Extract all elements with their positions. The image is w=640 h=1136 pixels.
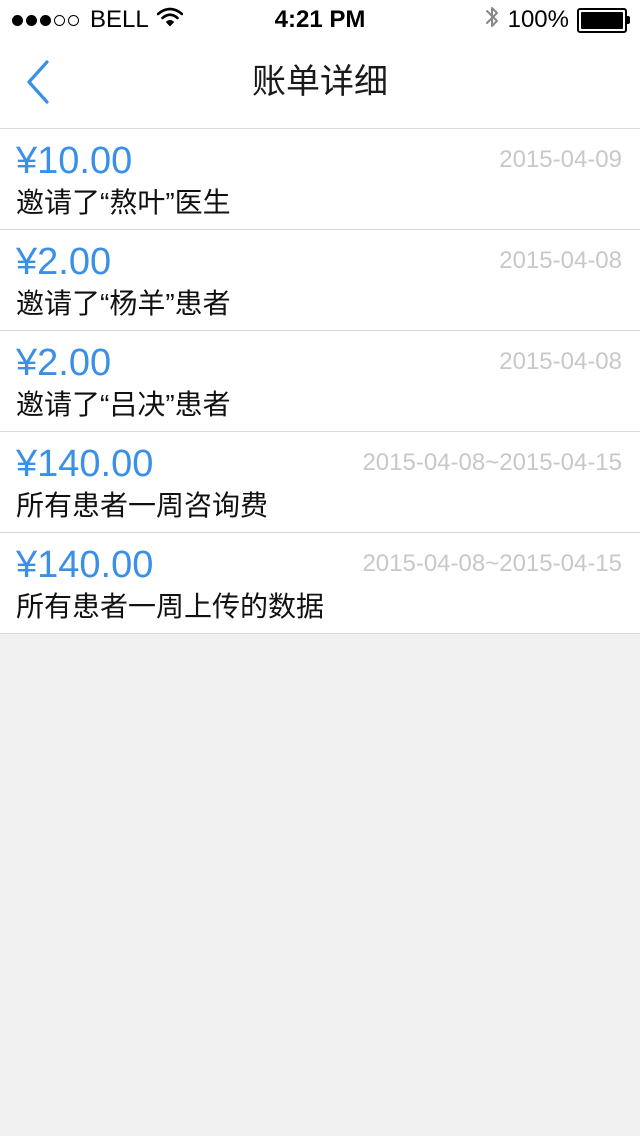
- back-button[interactable]: [8, 52, 68, 116]
- list-item[interactable]: ¥2.00 2015-04-08 邀请了“杨羊”患者: [0, 230, 640, 331]
- list-item[interactable]: ¥2.00 2015-04-08 邀请了“吕决”患者: [0, 331, 640, 432]
- page-title: 账单详细: [252, 63, 388, 101]
- bill-date: 2015-04-09: [499, 146, 622, 173]
- bill-date: 2015-04-08~2015-04-15: [362, 449, 622, 476]
- signal-dots-icon: [12, 14, 82, 26]
- status-bar: BELL 4:21 PM 100%: [0, 0, 640, 40]
- header: BELL 4:21 PM 100% 账单详细: [0, 0, 640, 129]
- navigation-bar: 账单详细: [0, 40, 640, 129]
- status-right: 100%: [484, 0, 630, 40]
- chevron-left-icon: [23, 59, 53, 110]
- bill-description: 邀请了“杨羊”患者: [16, 288, 231, 319]
- bill-list: ¥10.00 2015-04-09 邀请了“熬叶”医生 ¥2.00 2015-0…: [0, 129, 640, 634]
- bill-date: 2015-04-08~2015-04-15: [362, 550, 622, 577]
- list-item[interactable]: ¥140.00 2015-04-08~2015-04-15 所有患者一周咨询费: [0, 432, 640, 533]
- bill-description: 邀请了“熬叶”医生: [16, 187, 231, 218]
- bill-description: 所有患者一周咨询费: [16, 490, 269, 521]
- list-item[interactable]: ¥140.00 2015-04-08~2015-04-15 所有患者一周上传的数…: [0, 533, 640, 634]
- bill-date: 2015-04-08: [499, 348, 622, 375]
- battery-icon: [577, 7, 630, 33]
- bluetooth-icon: [484, 4, 500, 37]
- bill-amount: ¥10.00: [16, 140, 133, 182]
- list-item[interactable]: ¥10.00 2015-04-09 邀请了“熬叶”医生: [0, 129, 640, 230]
- battery-percent: 100%: [507, 6, 569, 33]
- bill-amount: ¥2.00: [16, 342, 112, 384]
- bill-amount: ¥140.00: [16, 544, 154, 586]
- bill-amount: ¥2.00: [16, 241, 112, 283]
- bill-date: 2015-04-08: [499, 247, 622, 274]
- carrier-name: BELL: [90, 6, 149, 33]
- wifi-icon: [156, 6, 184, 34]
- bill-amount: ¥140.00: [16, 443, 154, 485]
- bill-description: 所有患者一周上传的数据: [16, 591, 325, 622]
- bill-description: 邀请了“吕决”患者: [16, 389, 231, 420]
- status-left: BELL: [12, 0, 184, 40]
